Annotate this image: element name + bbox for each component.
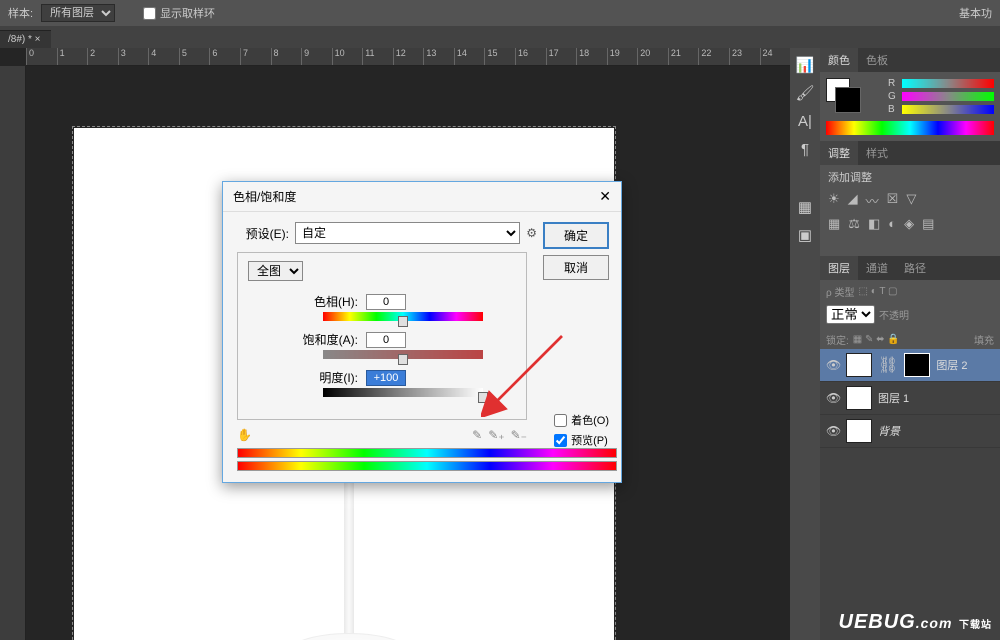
presets-icon[interactable]: ▦ <box>794 196 816 218</box>
gear-icon[interactable]: ⚙ <box>526 226 537 240</box>
photo-filter-icon[interactable]: ◐ <box>888 216 896 232</box>
preview-checkbox[interactable]: 预览(P) <box>554 432 609 448</box>
eyedropper-add-icon[interactable]: ✎₊ <box>488 428 504 442</box>
tab-swatches[interactable]: 色板 <box>858 48 896 72</box>
close-icon[interactable]: ✕ <box>599 188 611 205</box>
cancel-button[interactable]: 取消 <box>543 255 609 280</box>
layer-item[interactable]: 👁 图层 1 <box>820 382 1000 415</box>
dialog-titlebar[interactable]: 色相/饱和度 ✕ <box>223 182 621 212</box>
foreground-background-swatch[interactable] <box>826 78 850 102</box>
visibility-icon[interactable]: 👁 <box>826 424 840 438</box>
saturation-slider[interactable] <box>323 350 483 359</box>
ruler-vertical <box>0 66 26 640</box>
bw-icon[interactable]: ◧ <box>868 216 880 232</box>
channel-mixer-icon[interactable]: ◈ <box>904 216 914 232</box>
canvas-area[interactable]: 0123456789101112131415161718192021222324… <box>0 48 790 640</box>
tab-adjustments[interactable]: 调整 <box>820 141 858 165</box>
brightness-icon[interactable]: ☀ <box>828 191 840 210</box>
hue-saturation-dialog: 色相/饱和度 ✕ 确定 取消 预设(E): 自定 ⚙ 全图 色相 <box>222 181 622 483</box>
colorize-checkbox[interactable]: 着色(O) <box>554 412 609 428</box>
layer-item[interactable]: 👁 背景 <box>820 415 1000 448</box>
sample-dropdown[interactable]: 所有图层 <box>41 4 115 22</box>
lock-icons[interactable]: ▦ ✎ ⬌ 🔒 <box>853 334 900 345</box>
lightness-label: 明度(I): <box>248 369 358 386</box>
options-bar: 样本: 所有图层 显示取样环 基本功 <box>0 0 1000 26</box>
hue-label: 色相(H): <box>248 293 358 310</box>
layer-item[interactable]: 👁 ⛓ 图层 2 <box>820 349 1000 382</box>
layer-thumbnail[interactable] <box>846 419 872 443</box>
lightness-input[interactable] <box>366 370 406 386</box>
hue-slider[interactable] <box>323 312 483 321</box>
color-panel: R G B <box>820 72 1000 141</box>
lightness-slider[interactable] <box>323 388 483 397</box>
sample-ring-checkbox[interactable] <box>143 7 156 20</box>
type-icon[interactable]: A| <box>794 110 816 132</box>
tab-channels[interactable]: 通道 <box>858 256 896 280</box>
g-slider[interactable] <box>902 92 994 101</box>
ruler-horizontal: 0123456789101112131415161718192021222324 <box>26 48 790 66</box>
link-icon: ⛓ <box>878 355 898 375</box>
r-slider[interactable] <box>902 79 994 88</box>
tab-color[interactable]: 颜色 <box>820 48 858 72</box>
document-tab[interactable]: /8#) * × <box>0 30 51 48</box>
channel-dropdown[interactable]: 全图 <box>248 261 303 281</box>
curves-icon[interactable]: 〰 <box>866 191 879 210</box>
histogram-icon[interactable]: 📊 <box>794 54 816 76</box>
preset-dropdown[interactable]: 自定 <box>295 222 520 244</box>
color-balance-icon[interactable]: ⚖ <box>848 216 860 232</box>
adjustment-group: 全图 色相(H): 饱和度(A): 明度(I) <box>237 252 527 420</box>
clone-icon[interactable]: ▣ <box>794 224 816 246</box>
show-sample-ring[interactable]: 显示取样环 <box>143 5 215 21</box>
brush-settings-icon[interactable]: 🖌 <box>794 82 816 104</box>
eyedropper-subtract-icon[interactable]: ✎₋ <box>511 428 527 442</box>
dialog-title: 色相/饱和度 <box>233 188 296 205</box>
color-spectrum[interactable] <box>826 121 994 135</box>
blend-mode-dropdown[interactable]: 正常 <box>826 305 875 324</box>
visibility-icon[interactable]: 👁 <box>826 358 840 372</box>
layer-thumbnail[interactable] <box>846 353 872 377</box>
layer-list: 👁 ⛓ 图层 2 👁 图层 1 👁 背景 <box>820 349 1000 640</box>
main-area: 0123456789101112131415161718192021222324… <box>0 48 1000 640</box>
tool-column: 📊 🖌 A| ¶ ▦ ▣ <box>790 48 820 640</box>
eyedropper-icon[interactable]: ✎ <box>472 428 482 442</box>
tab-styles[interactable]: 样式 <box>858 141 896 165</box>
levels-icon[interactable]: ◢ <box>848 191 858 210</box>
tab-paths[interactable]: 路径 <box>896 256 934 280</box>
document-tabs: /8#) * × <box>0 26 1000 48</box>
sample-label: 样本: <box>8 5 33 21</box>
right-panels: 颜色 色板 R G B 调整 样式 添加调整 <box>820 48 1000 640</box>
hue-input[interactable] <box>366 294 406 310</box>
basic-function-label[interactable]: 基本功 <box>959 5 992 21</box>
b-slider[interactable] <box>902 105 994 114</box>
layer-thumbnail[interactable] <box>846 386 872 410</box>
paragraph-icon[interactable]: ¶ <box>794 138 816 160</box>
lookup-icon[interactable]: ▤ <box>922 216 934 232</box>
preset-label: 预设(E): <box>237 225 289 242</box>
saturation-input[interactable] <box>366 332 406 348</box>
layers-panel: ρ 类型 ⬚ ◐ T ▢ 正常 不透明 锁定: ▦ ✎ ⬌ 🔒 填充 👁 <box>820 280 1000 640</box>
hand-icon[interactable]: ✋ <box>237 428 252 442</box>
eyedropper-group: ✋ ✎ ✎₊ ✎₋ <box>237 428 527 442</box>
visibility-icon[interactable]: 👁 <box>826 391 840 405</box>
adjustments-panel: 添加调整 ☀ ◢ 〰 ☒ ▽ ▦ ⚖ ◧ ◐ ◈ ▤ <box>820 165 1000 236</box>
tab-layers[interactable]: 图层 <box>820 256 858 280</box>
vibrance-icon[interactable]: ▽ <box>906 191 916 210</box>
ok-button[interactable]: 确定 <box>543 222 609 249</box>
exposure-icon[interactable]: ☒ <box>887 191 899 210</box>
watermark: UEBUG.com 下载站 <box>839 611 992 634</box>
saturation-label: 饱和度(A): <box>248 331 358 348</box>
hue-sat-icon[interactable]: ▦ <box>828 216 840 232</box>
layer-mask-thumbnail[interactable] <box>904 353 930 377</box>
